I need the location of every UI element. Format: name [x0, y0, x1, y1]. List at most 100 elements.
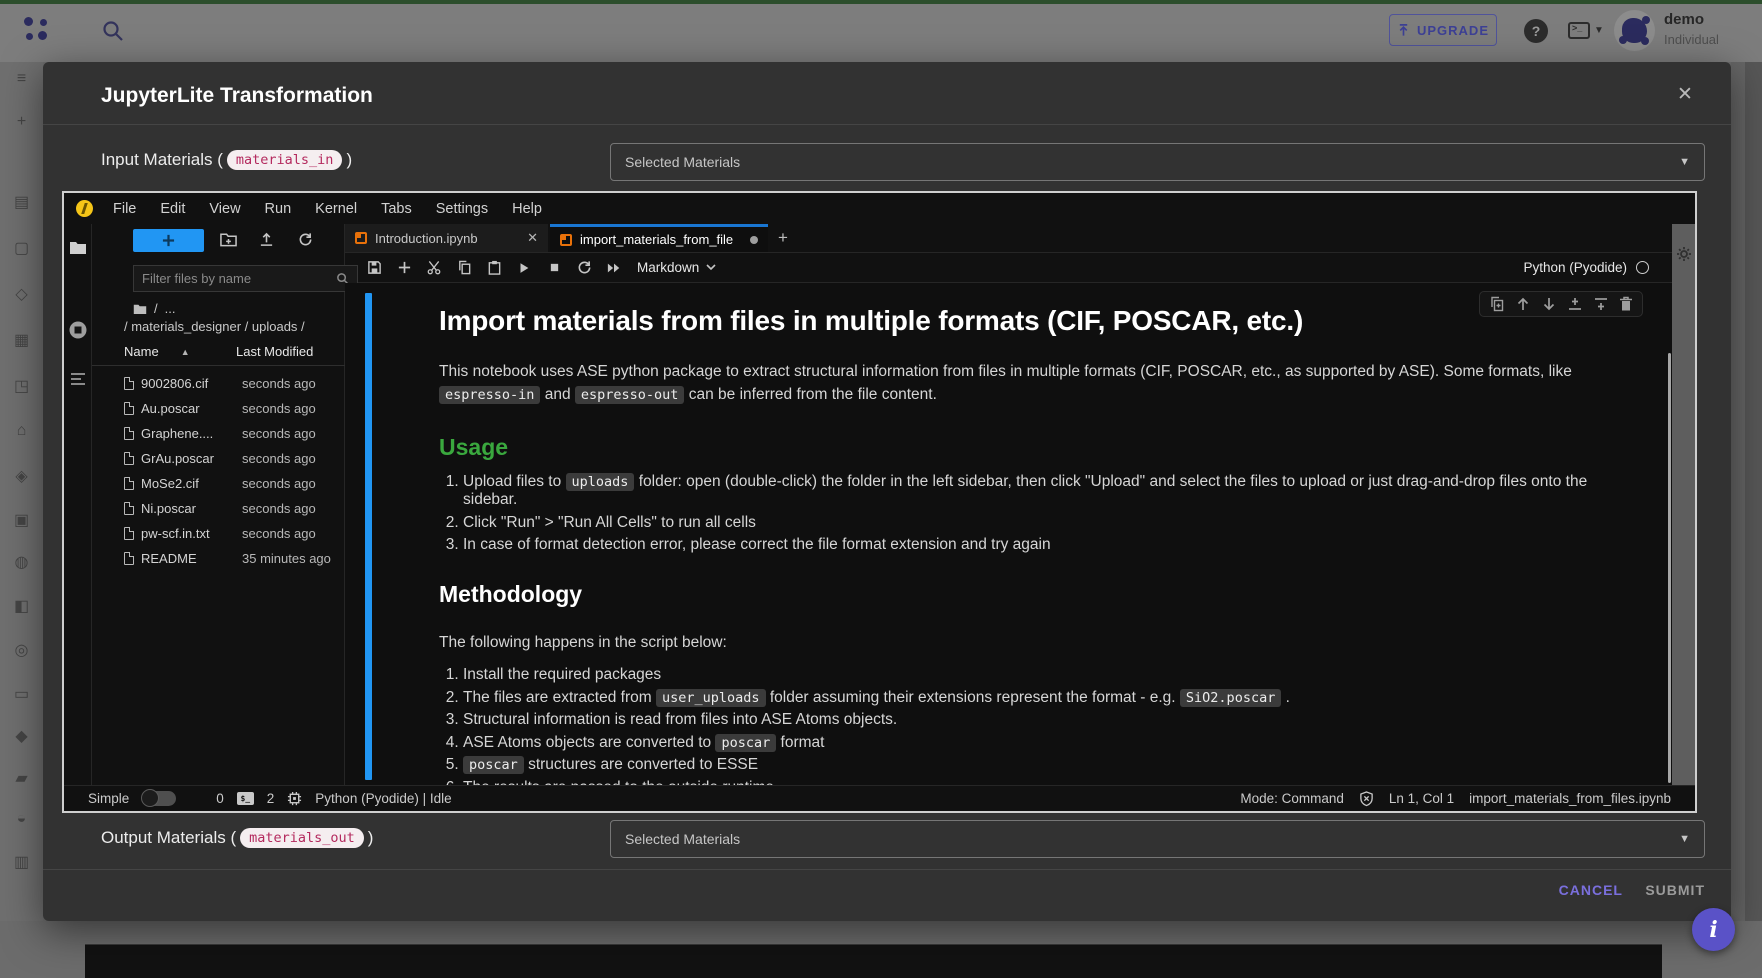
cell-type-dropdown[interactable]: Markdown: [637, 260, 716, 275]
terminals-count[interactable]: 0: [216, 791, 224, 806]
new-tab-button[interactable]: +: [768, 224, 798, 252]
new-launcher-button[interactable]: [133, 229, 204, 252]
kernel-indicator[interactable]: Python (Pyodide): [1523, 260, 1683, 275]
close-icon[interactable]: ✕: [1673, 82, 1697, 106]
running-sessions-icon[interactable]: [68, 320, 88, 340]
avatar[interactable]: [1614, 10, 1655, 51]
input-materials-select[interactable]: Selected Materials ▼: [610, 143, 1705, 181]
notebook-icon: [355, 232, 367, 244]
simple-mode-toggle[interactable]: [142, 791, 176, 806]
menu-item-help[interactable]: Help: [500, 201, 554, 217]
search-icon[interactable]: [101, 19, 125, 43]
file-row[interactable]: Ni.poscarseconds ago: [124, 496, 338, 521]
inline-code: poscar: [463, 756, 524, 774]
menu-item-tabs[interactable]: Tabs: [369, 201, 424, 217]
info-button[interactable]: i: [1692, 908, 1735, 951]
upgrade-button[interactable]: UPGRADE: [1389, 14, 1497, 46]
add-cell-icon[interactable]: [389, 260, 419, 275]
refresh-icon[interactable]: [298, 232, 313, 247]
file-row[interactable]: Graphene....seconds ago: [124, 421, 338, 446]
run-icon[interactable]: [509, 261, 539, 275]
console-menu-button[interactable]: ▼: [1568, 22, 1604, 39]
gear-icon[interactable]: [1676, 246, 1692, 262]
new-folder-icon[interactable]: [220, 232, 237, 247]
breadcrumb-path[interactable]: / materials_designer / uploads /: [124, 319, 305, 334]
activity-bar: [64, 224, 92, 785]
file-browser-tab-icon[interactable]: [69, 240, 87, 255]
menu-item-run[interactable]: Run: [253, 201, 304, 217]
upload-icon[interactable]: [259, 232, 274, 247]
jupyter-menu-bar: FileEditViewRunKernelTabsSettingsHelp: [64, 193, 1695, 224]
background-sidebar-panel-3-icon: ◇: [0, 284, 43, 304]
trust-shield-icon: [1359, 791, 1374, 807]
menu-item-settings[interactable]: Settings: [424, 201, 500, 217]
run-all-icon[interactable]: [599, 261, 629, 275]
help-button[interactable]: ?: [1524, 19, 1548, 43]
materials-in-chip: materials_in: [227, 150, 343, 170]
file-modified: seconds ago: [242, 451, 316, 466]
app-left-sidebar: ≡+▤▢◇▦◳⌂◈▣◍◧◎▭◆▰◒▥: [0, 62, 43, 978]
cut-icon[interactable]: [419, 260, 449, 275]
unsaved-changes-dot: [750, 236, 758, 244]
file-row[interactable]: GrAu.poscarseconds ago: [124, 446, 338, 471]
file-row[interactable]: Au.poscarseconds ago: [124, 396, 338, 421]
filter-files-box: [133, 265, 358, 292]
folder-icon: [133, 303, 147, 315]
menu-item-kernel[interactable]: Kernel: [303, 201, 369, 217]
chevron-down-icon: ▼: [1594, 25, 1604, 36]
command-mode-indicator[interactable]: Mode: Command: [1240, 791, 1344, 806]
menu-item-view[interactable]: View: [197, 201, 252, 217]
background-sidebar-panel-9-icon: ◍: [0, 552, 43, 572]
tab-introduction[interactable]: Introduction.ipynb ✕: [345, 224, 548, 252]
file-name: MoSe2.cif: [141, 476, 199, 491]
list-item: ASE Atoms objects are converted to posca…: [463, 734, 1639, 752]
file-name: Ni.poscar: [141, 501, 196, 516]
inline-code: espresso-in: [439, 386, 540, 404]
filter-files-input[interactable]: [142, 271, 336, 286]
list-item: The files are extracted from user_upload…: [463, 689, 1639, 707]
save-icon[interactable]: [359, 260, 389, 275]
list-item: poscar structures are converted to ESSE: [463, 756, 1639, 774]
background-sidebar-panel-10-icon: ◧: [0, 596, 43, 616]
file-modified: 35 minutes ago: [242, 551, 331, 566]
user-name: demo: [1664, 11, 1704, 28]
file-icon: [124, 452, 134, 465]
paste-icon[interactable]: [479, 260, 509, 275]
listing-header[interactable]: Name ▲ Last Modified: [124, 344, 334, 363]
active-cell-indicator: [365, 293, 372, 780]
submit-button[interactable]: SUBMIT: [1645, 882, 1705, 898]
table-of-contents-icon[interactable]: [70, 372, 86, 386]
notebook-scrollbar[interactable]: [1668, 353, 1671, 783]
output-materials-select[interactable]: Selected Materials ▼: [610, 820, 1705, 858]
terminal-icon: $_: [237, 792, 254, 805]
cursor-position[interactable]: Ln 1, Col 1: [1389, 791, 1454, 806]
brand-logo-icon[interactable]: [22, 15, 52, 45]
close-icon[interactable]: ✕: [527, 230, 538, 246]
menu-item-file[interactable]: File: [101, 201, 148, 217]
file-row[interactable]: pw-scf.in.txtseconds ago: [124, 521, 338, 546]
menu-item-edit[interactable]: Edit: [148, 201, 197, 217]
background-sidebar-panel-8-icon: ▣: [0, 510, 43, 530]
notebook-area[interactable]: Import materials from files in multiple …: [345, 283, 1695, 785]
app-right-sidebar: [1731, 62, 1762, 978]
top-accent-strip: [0, 0, 1762, 4]
restart-kernel-icon[interactable]: [569, 260, 599, 275]
notebook-title: Import materials from files in multiple …: [439, 305, 1639, 337]
kernel-status-text[interactable]: Python (Pyodide) | Idle: [315, 791, 451, 806]
file-modified: seconds ago: [242, 401, 316, 416]
breadcrumb[interactable]: / ...: [133, 301, 175, 316]
chevron-down-icon: ▼: [1679, 156, 1690, 168]
copy-icon[interactable]: [449, 260, 479, 275]
kernels-count[interactable]: 2: [267, 791, 275, 806]
user-plan: Individual: [1664, 32, 1719, 47]
cancel-button[interactable]: CANCEL: [1559, 882, 1623, 898]
file-row[interactable]: 9002806.cifseconds ago: [124, 371, 338, 396]
file-row[interactable]: README35 minutes ago: [124, 546, 338, 571]
file-row[interactable]: MoSe2.cifseconds ago: [124, 471, 338, 496]
tab-import-materials[interactable]: import_materials_from_file: [550, 224, 768, 252]
background-sidebar-panel-12-icon: ▭: [0, 684, 43, 704]
stop-icon[interactable]: [539, 261, 569, 274]
background-sidebar-menu-icon: ≡: [0, 70, 43, 88]
list-item: Install the required packages: [463, 666, 1639, 684]
file-icon: [124, 477, 134, 490]
